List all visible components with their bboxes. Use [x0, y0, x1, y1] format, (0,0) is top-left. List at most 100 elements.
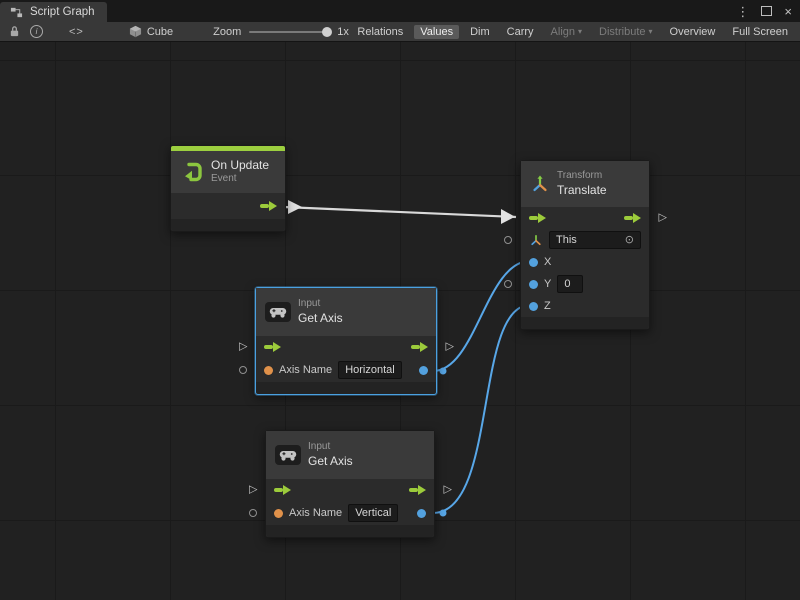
unconnected-port-icon[interactable]	[239, 366, 247, 374]
this-port-row: This ⊙	[521, 229, 649, 251]
node-category: Transform	[557, 170, 607, 183]
node-on-update[interactable]: On Update Event	[170, 145, 286, 232]
y-value-port[interactable]	[529, 280, 538, 289]
code-icon[interactable]: <>	[69, 24, 84, 40]
node-translate[interactable]: Transform Translate ▷ This ⊙	[520, 160, 650, 330]
dim-button[interactable]: Dim	[464, 25, 496, 39]
flow-continuation-icon: ▷	[249, 485, 257, 496]
carry-label: Carry	[507, 26, 534, 38]
maximize-icon[interactable]	[761, 6, 772, 16]
connection-vertical-to-z[interactable]	[433, 305, 530, 513]
zoom-slider-knob[interactable]	[322, 27, 332, 37]
script-graph-icon	[8, 4, 24, 20]
flow-arrowhead-start	[288, 200, 302, 214]
node-footer	[521, 317, 649, 329]
node-title: Get Axis	[298, 311, 343, 326]
node-category: Input	[308, 441, 353, 454]
node-title: Translate	[557, 183, 607, 198]
code-icon-label: <>	[69, 26, 84, 38]
script-graph-window: Script Graph ⋮ × i <> Cube Zoom 1x	[0, 0, 800, 600]
x-port-label: X	[544, 256, 551, 268]
align-button[interactable]: Align▾	[545, 25, 588, 39]
flow-ports-row: ▷ ▷	[256, 336, 436, 358]
node-header: Input Get Axis	[266, 431, 434, 479]
axis-name-input-port[interactable]	[274, 509, 283, 518]
y-port-row: Y 0	[521, 273, 649, 295]
unconnected-port-icon[interactable]	[504, 280, 512, 288]
flow-input-port[interactable]	[274, 485, 291, 496]
overview-button[interactable]: Overview	[664, 25, 722, 39]
carry-button[interactable]: Carry	[501, 25, 540, 39]
zoom-slider[interactable]	[249, 27, 329, 37]
flow-continuation-icon: ▷	[659, 213, 667, 224]
tab-script-graph[interactable]: Script Graph	[0, 2, 107, 22]
overview-label: Overview	[670, 26, 716, 38]
info-icon[interactable]: i	[30, 25, 43, 38]
unconnected-port-icon[interactable]	[249, 509, 257, 517]
flow-continuation-icon: ▷	[239, 342, 247, 353]
values-button[interactable]: Values	[414, 25, 459, 39]
axis-name-field[interactable]: Horizontal	[338, 361, 402, 379]
on-update-icon	[180, 160, 204, 184]
axis-name-input-port[interactable]	[264, 366, 273, 375]
axis-name-field[interactable]: Vertical	[348, 504, 398, 522]
result-output-port[interactable]	[417, 509, 426, 518]
zoom-value: 1x	[337, 26, 349, 38]
node-header: On Update Event	[171, 151, 285, 193]
cube-icon	[128, 24, 144, 40]
wire-endpoint-dot	[440, 368, 447, 375]
transform-this-icon	[529, 233, 543, 247]
y-port-label: Y	[544, 278, 551, 290]
x-value-port[interactable]	[529, 258, 538, 267]
flow-output-port[interactable]	[409, 485, 426, 496]
transform-icon	[530, 174, 550, 194]
node-subtitle: Event	[211, 173, 269, 186]
z-port-label: Z	[544, 300, 551, 312]
tab-title: Script Graph	[30, 6, 95, 18]
window-menu-icon[interactable]: ⋮	[736, 5, 749, 18]
connection-horizontal-to-x[interactable]	[433, 261, 530, 371]
flow-ports-row	[171, 193, 285, 219]
y-value-field[interactable]: 0	[557, 275, 583, 293]
node-category: Input	[298, 298, 343, 311]
lock-icon[interactable]	[6, 24, 22, 40]
distribute-button[interactable]: Distribute▾	[593, 25, 658, 39]
fullscreen-label: Full Screen	[732, 26, 788, 38]
z-value-port[interactable]	[529, 302, 538, 311]
flow-ports-row: ▷ ▷	[266, 479, 434, 501]
toolbar-buttons: Relations Values Dim Carry Align▾ Distri…	[351, 25, 796, 39]
x-port-row: X	[521, 251, 649, 273]
dim-label: Dim	[470, 26, 490, 38]
flow-input-port[interactable]	[264, 342, 281, 353]
node-get-axis-horizontal[interactable]: Input Get Axis ▷ ▷ Axis Name Horizontal	[255, 287, 437, 395]
relations-button[interactable]: Relations	[351, 25, 409, 39]
wire-endpoint-dot	[440, 510, 447, 517]
flow-output-port[interactable]	[411, 342, 428, 353]
fullscreen-button[interactable]: Full Screen	[726, 25, 794, 39]
chevron-down-icon: ▾	[578, 27, 582, 36]
graph-canvas[interactable]: On Update Event Transform Translate	[0, 42, 800, 600]
result-output-port[interactable]	[419, 366, 428, 375]
this-object-field[interactable]: This ⊙	[549, 231, 641, 249]
axis-name-label: Axis Name	[289, 507, 342, 519]
close-icon[interactable]: ×	[784, 5, 792, 18]
window-controls: ⋮ ×	[736, 0, 800, 22]
node-title: On Update	[211, 158, 269, 173]
zoom-control: Zoom 1x	[213, 26, 349, 38]
graph-target-button[interactable]: Cube	[122, 23, 179, 41]
flow-arrowhead-end	[501, 209, 515, 224]
unconnected-port-icon[interactable]	[504, 236, 512, 244]
connection-flow-onupdate-translate[interactable]	[284, 207, 516, 217]
node-title: Get Axis	[308, 454, 353, 469]
object-picker-icon[interactable]: ⊙	[625, 235, 634, 246]
flow-output-port[interactable]	[260, 201, 277, 212]
tab-bar: Script Graph ⋮ ×	[0, 0, 800, 22]
flow-input-port[interactable]	[529, 213, 546, 224]
axis-name-row: Axis Name Horizontal	[256, 358, 436, 382]
node-footer	[171, 219, 285, 231]
flow-output-port[interactable]	[624, 213, 641, 224]
node-footer	[256, 382, 436, 394]
node-get-axis-vertical[interactable]: Input Get Axis ▷ ▷ Axis Name Vertical	[265, 430, 435, 538]
this-field-label: This	[556, 233, 577, 247]
gamepad-icon	[265, 302, 291, 322]
